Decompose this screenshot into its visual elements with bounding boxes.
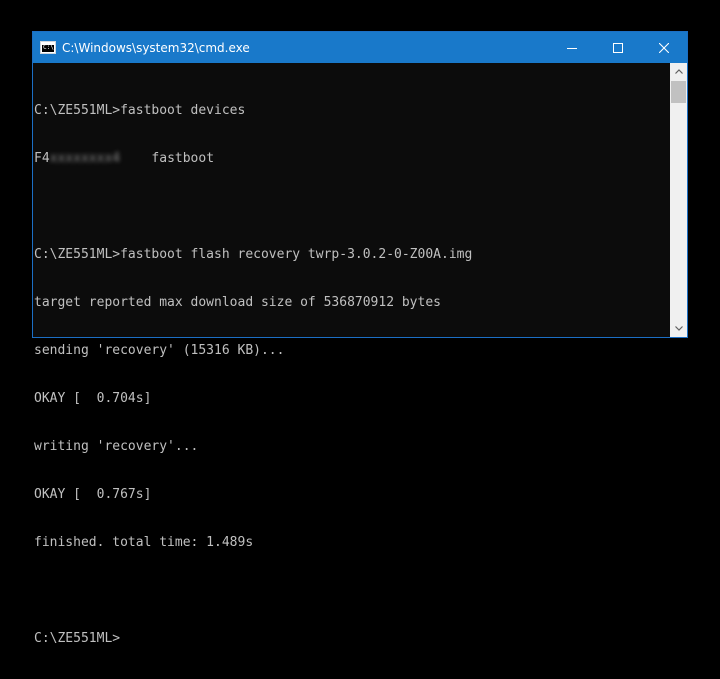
close-button[interactable] bbox=[641, 32, 687, 63]
chevron-up-icon bbox=[674, 69, 683, 74]
device-serial-obscured: xxxxxxxx4 bbox=[49, 151, 121, 166]
device-serial-prefix: F4 bbox=[34, 151, 50, 166]
cmd-icon[interactable]: C:\ bbox=[40, 41, 56, 54]
prompt-line: C:\ZE551ML> bbox=[34, 631, 121, 646]
maximize-icon bbox=[613, 42, 623, 53]
console-line: OKAY [ 0.767s] bbox=[34, 487, 152, 502]
minimize-button[interactable] bbox=[549, 32, 595, 63]
console-line: C:\ZE551ML>fastboot devices bbox=[34, 103, 246, 118]
cmd-icon-prompt: C:\ bbox=[43, 44, 54, 51]
vertical-scrollbar[interactable] bbox=[670, 63, 687, 337]
window-controls bbox=[549, 32, 687, 63]
cmd-window: C:\ C:\Windows\system32\cmd.exe C:\ZE551… bbox=[32, 31, 688, 646]
chevron-down-icon bbox=[674, 326, 683, 331]
console-line: OKAY [ 0.704s] bbox=[34, 391, 152, 406]
device-list-line: F4xxxxxxxx4 fastboot bbox=[33, 151, 671, 167]
console-line: target reported max download size of 536… bbox=[34, 295, 441, 310]
console-line: sending 'recovery' (15316 KB)... bbox=[34, 343, 285, 358]
device-mode: fastboot bbox=[120, 151, 215, 166]
minimize-icon bbox=[567, 47, 577, 49]
console-line: writing 'recovery'... bbox=[34, 439, 199, 454]
scroll-down-button[interactable] bbox=[670, 320, 687, 337]
window-title: C:\Windows\system32\cmd.exe bbox=[62, 40, 250, 55]
scroll-up-button[interactable] bbox=[670, 63, 687, 80]
maximize-button[interactable] bbox=[595, 32, 641, 63]
title-bar[interactable]: C:\ C:\Windows\system32\cmd.exe bbox=[33, 32, 687, 63]
console-line: C:\ZE551ML>fastboot flash recovery twrp-… bbox=[34, 247, 473, 262]
scroll-thumb[interactable] bbox=[671, 81, 686, 103]
close-icon bbox=[659, 42, 669, 53]
console-line: finished. total time: 1.489s bbox=[34, 535, 254, 550]
console-output[interactable]: C:\ZE551ML>fastboot devices F4xxxxxxxx4 … bbox=[33, 63, 671, 646]
